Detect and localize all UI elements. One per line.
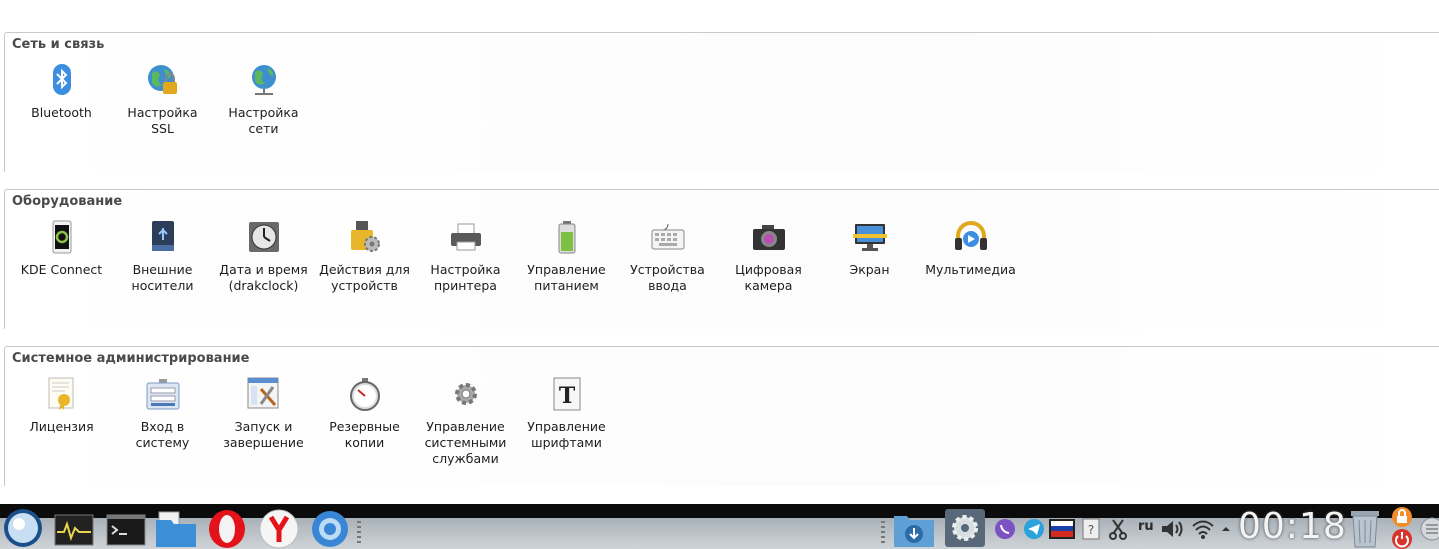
help-icon[interactable]: ? [1082, 518, 1100, 540]
login-icon [146, 377, 180, 411]
system-monitor-icon[interactable] [54, 514, 94, 546]
section-network: Сеть и связь Bluetooth Настройка SSL Нас… [4, 32, 1439, 172]
item-multimedia[interactable]: Мультимедиа [920, 220, 1021, 294]
printer-icon [449, 220, 483, 254]
keyboard-layout-indicator[interactable]: ru [1138, 519, 1154, 534]
viber-icon[interactable] [993, 517, 1017, 541]
keyboard-icon [651, 220, 685, 254]
headphones-icon [954, 220, 988, 254]
trash-icon[interactable] [1347, 508, 1383, 548]
item-label: Вход в систему [135, 419, 190, 450]
item-label: Цифровая камера [735, 262, 802, 293]
item-label: Лицензия [29, 419, 94, 434]
startup-window-icon [247, 377, 281, 411]
item-ssl[interactable]: Настройка SSL [112, 63, 213, 137]
terminal-icon[interactable] [106, 514, 146, 546]
item-label: KDE Connect [20, 262, 103, 277]
item-license[interactable]: Лицензия [11, 377, 112, 467]
phone-icon [45, 220, 79, 254]
file-manager-icon[interactable] [155, 510, 197, 548]
item-input-devices[interactable]: Устройства ввода [617, 220, 718, 294]
scissors-icon[interactable] [1108, 518, 1128, 540]
item-label: Резервные копии [329, 419, 400, 450]
item-label: Настройка SSL [127, 105, 198, 136]
monitor-icon [852, 220, 887, 254]
device-actions-icon [348, 220, 382, 254]
browser-icon[interactable] [310, 509, 350, 549]
svg-text:T: T [558, 383, 575, 409]
item-bluetooth[interactable]: Bluetooth [11, 63, 112, 137]
opera-icon[interactable] [206, 508, 248, 549]
settings-center-icon[interactable] [944, 508, 986, 548]
item-fonts[interactable]: T Управление шрифтами [516, 377, 617, 467]
taskbar-grip[interactable] [881, 521, 885, 543]
svg-text:?: ? [1088, 523, 1094, 537]
volume-icon[interactable] [1160, 518, 1188, 540]
item-external-media[interactable]: Внешние носители [112, 220, 213, 294]
clock[interactable]: 00:18 [1238, 506, 1347, 547]
taskbar-grip[interactable] [357, 521, 361, 543]
font-icon: T [550, 377, 584, 411]
lock-icon[interactable] [1391, 507, 1413, 527]
camera-icon [752, 220, 786, 254]
item-label: Запуск и завершение [223, 419, 304, 450]
item-display[interactable]: Экран [819, 220, 920, 294]
item-digital-camera[interactable]: Цифровая камера [718, 220, 819, 294]
item-label: Управление шрифтами [527, 419, 606, 450]
item-label: Устройства ввода [630, 262, 705, 293]
section-title: Сеть и связь [12, 37, 105, 52]
wifi-icon[interactable] [1191, 518, 1215, 540]
section-title: Системное администрирование [12, 351, 250, 366]
telegram-icon[interactable] [1022, 517, 1046, 541]
section-title: Оборудование [12, 194, 123, 209]
item-label: Экран [849, 262, 890, 277]
item-label: Дата и время (drakclock) [219, 262, 308, 293]
item-backup[interactable]: Резервные копии [314, 377, 415, 467]
yandex-browser-icon[interactable] [258, 508, 300, 549]
item-label: Внешние носители [131, 262, 194, 293]
item-startup-shutdown[interactable]: Запуск и завершение [213, 377, 314, 467]
clock-icon [247, 220, 281, 254]
item-label: Управление питанием [527, 262, 606, 293]
item-services[interactable]: Управление системными службами [415, 377, 516, 467]
item-power[interactable]: Управление питанием [516, 220, 617, 294]
item-device-actions[interactable]: Действия для устройств [314, 220, 415, 294]
panel-menu-icon[interactable] [1419, 516, 1439, 542]
section-system-admin: Системное администрирование Лицензия Вхо… [4, 346, 1439, 486]
item-label: Мультимедиа [925, 262, 1016, 277]
ssl-globe-lock-icon [146, 63, 180, 97]
item-label: Управление системными службами [424, 419, 507, 466]
item-label: Bluetooth [31, 105, 92, 120]
usb-drive-icon [146, 220, 180, 254]
arrow-up-icon[interactable] [1219, 522, 1233, 536]
network-globe-icon [247, 63, 281, 97]
downloads-icon[interactable] [893, 510, 935, 548]
certificate-icon [45, 377, 79, 411]
gear-icon [449, 377, 483, 411]
item-printer[interactable]: Настройка принтера [415, 220, 516, 294]
item-label: Настройка сети [228, 105, 299, 136]
item-label: Настройка принтера [430, 262, 501, 293]
item-label: Действия для устройств [319, 262, 410, 293]
battery-icon [550, 220, 584, 254]
item-kde-connect[interactable]: KDE Connect [11, 220, 112, 294]
backup-stopwatch-icon [348, 377, 382, 411]
item-date-time[interactable]: Дата и время (drakclock) [213, 220, 314, 294]
bluetooth-icon [45, 63, 79, 97]
russian-flag-icon[interactable] [1049, 519, 1075, 539]
power-icon[interactable] [1391, 528, 1413, 549]
start-menu-icon[interactable] [2, 507, 44, 549]
item-network[interactable]: Настройка сети [213, 63, 314, 137]
item-login[interactable]: Вход в систему [112, 377, 213, 467]
section-hardware: Оборудование KDE Connect Внешние носител… [4, 189, 1439, 329]
